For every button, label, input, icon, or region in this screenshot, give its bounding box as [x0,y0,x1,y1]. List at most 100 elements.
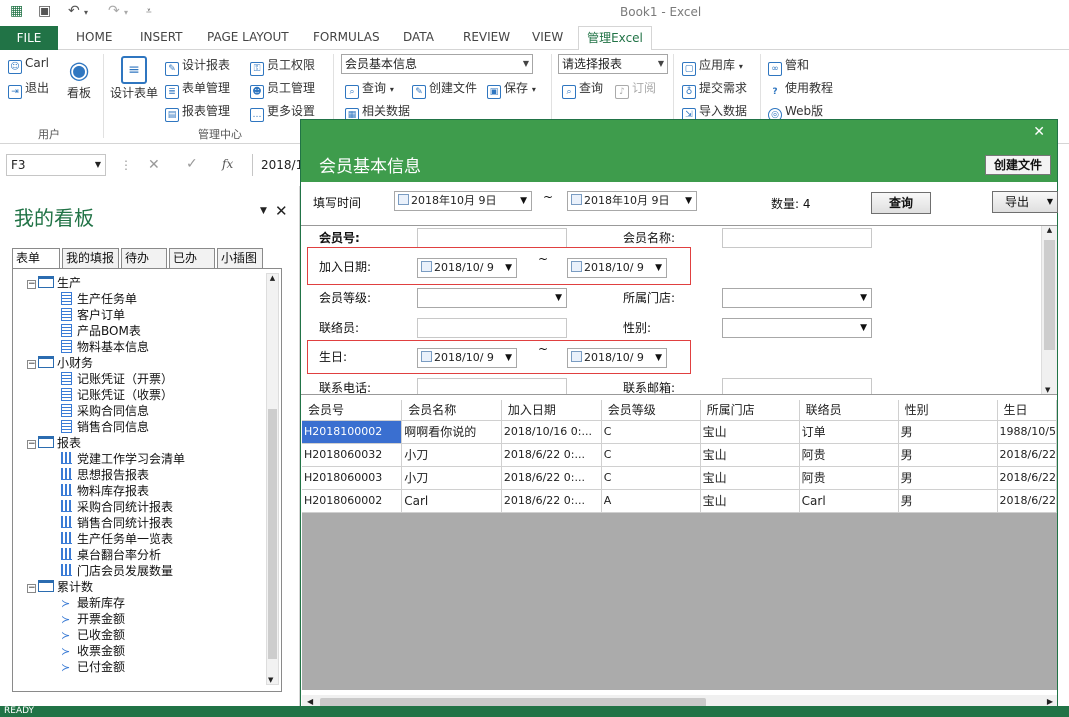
tree-folder[interactable]: − 小财务 [27,355,93,371]
table-cell[interactable]: Carl [401,489,502,513]
tab-manage-excel[interactable]: 管理Excel [578,26,652,51]
tree-item[interactable]: ≻ 已付金额 [61,659,125,676]
form-manage-button[interactable]: ≣ 表单管理 [165,79,230,99]
close-icon[interactable]: ✕ [275,202,288,220]
app-store-button[interactable]: ▢ 应用库 ▾ [682,56,743,76]
tutorial-button[interactable]: ? 使用教程 [768,79,833,100]
table-row[interactable]: H2018100002 啊啊看你说的 2018/10/16 0:... C 宝山 订单男 1… [302,420,1058,444]
phone-input[interactable] [417,378,567,394]
tab-todo[interactable]: 待办 [121,248,167,268]
tree-item[interactable]: 物料库存报表 [61,483,149,499]
tree-folder[interactable]: − 生产 [27,275,81,291]
table-cell[interactable]: 男 [898,420,998,444]
table-cell[interactable]: 男 [898,466,998,490]
report-select[interactable]: 请选择报表 ▼ [558,54,668,74]
scroll-down-icon[interactable]: ▼ [268,676,273,684]
checkbox-icon[interactable] [571,194,582,205]
tree-folder[interactable]: − 报表 [27,435,81,451]
table-cell[interactable]: H2018060002 [302,489,403,513]
form-select[interactable]: 会员基本信息 ▼ [341,54,533,74]
tab-view[interactable]: VIEW [532,30,563,44]
tab-home[interactable]: HOME [76,30,112,44]
tab-formulas[interactable]: FORMULAS [313,30,380,44]
save-button[interactable]: ▣ 保存 ▾ [487,79,536,99]
table-cell[interactable]: 啊啊看你说的 [401,420,502,444]
scroll-up-icon[interactable]: ▲ [267,274,278,282]
tab-data[interactable]: DATA [403,30,434,44]
tree-item[interactable]: ≻ 最新库存 [61,595,125,612]
form-scrollbar[interactable]: ▲ ▼ [1041,226,1057,394]
report-query-button[interactable]: ⌕ 查询 [562,79,603,99]
collapse-icon[interactable]: − [27,584,36,593]
logout-button[interactable]: ⇥ 退出 [8,79,49,99]
column-header[interactable]: 会员名称 [401,400,502,421]
fill-date-from[interactable]: 2018年10月 9日 ▼ [394,191,532,211]
tree-item[interactable]: 生产任务单 [61,291,137,307]
table-cell[interactable]: 宝山 [700,466,800,490]
tree-item[interactable]: 门店会员发展数量 [61,563,173,579]
birthday-to[interactable]: 2018/10/ 9 ▼ [567,348,667,368]
join-date-to[interactable]: 2018/10/ 9 ▼ [567,258,667,278]
tree-item[interactable]: 产品BOM表 [61,323,141,339]
column-header[interactable]: 加入日期 [501,400,602,421]
tree-item[interactable]: 记账凭证（开票） [61,371,173,387]
close-icon[interactable]: ✕ [1033,124,1045,140]
query-button[interactable]: 查询 [871,192,931,214]
table-row[interactable]: H2018060002 Carl 2018/6/22 0:... A 宝山 Carl 男 20… [302,489,1058,513]
pane-options-icon[interactable]: ▼ [260,206,267,216]
collapse-icon[interactable]: − [27,440,36,449]
checkbox-icon[interactable] [571,351,582,362]
tree-item[interactable]: 物料基本信息 [61,339,149,355]
column-header[interactable]: 会员号 [302,400,403,421]
cancel-icon[interactable]: ✕ [148,157,160,173]
tab-done[interactable]: 已办 [169,248,215,268]
tree-item[interactable]: 采购合同信息 [61,403,149,419]
table-cell[interactable]: C [601,420,701,444]
gender-select[interactable]: ▼ [722,318,872,338]
table-cell[interactable]: A [601,489,701,513]
table-cell[interactable]: 男 [898,443,998,467]
tree-item[interactable]: 生产任务单一览表 [61,531,173,547]
tab-insert[interactable]: INSERT [140,30,183,44]
scroll-right-icon[interactable]: ▶ [1047,697,1053,706]
table-cell[interactable]: 2018/6/22 [997,466,1058,490]
email-input[interactable] [722,378,872,394]
scroll-up-icon[interactable]: ▲ [1042,226,1057,234]
join-date-from[interactable]: 2018/10/ 9 ▼ [417,258,517,278]
fill-date-to[interactable]: 2018年10月 9日 ▼ [567,191,697,211]
column-header[interactable]: 联络员 [799,400,899,421]
column-header[interactable]: 会员等级 [601,400,701,421]
name-box[interactable]: F3 ▼ [6,154,106,176]
tree-item[interactable]: 党建工作学习会清单 [61,451,185,467]
scroll-down-icon[interactable]: ▼ [1045,386,1050,394]
tab-forms[interactable]: 表单 [12,248,60,269]
tree-item[interactable]: 客户订单 [61,307,125,323]
checkbox-icon[interactable] [398,194,409,205]
table-cell[interactable]: 阿贵 [799,466,899,490]
insert-function-icon[interactable]: fx [222,157,233,171]
column-header[interactable]: 生日 [997,400,1058,421]
tree-item[interactable]: 销售合同信息 [61,419,149,435]
table-cell[interactable]: 男 [898,489,998,513]
table-cell[interactable]: 2018/6/22 [997,489,1058,513]
table-row[interactable]: H2018060003 小刀 2018/6/22 0:... C 宝山 阿贵男 2018/6… [302,466,1058,490]
employee-permission-button[interactable]: ⚿ 员工权限 [250,56,315,76]
table-cell[interactable]: 小刀 [401,443,502,467]
formula-input[interactable]: 2018/1 [252,154,303,176]
tree-item[interactable]: ≻ 开票金额 [61,611,125,628]
checkbox-icon[interactable] [421,261,432,272]
employee-manage-button[interactable]: ☻ 员工管理 [250,79,315,99]
birthday-from[interactable]: 2018/10/ 9 ▼ [417,348,517,368]
table-cell[interactable]: 1988/10/5 [997,420,1058,444]
create-file-button[interactable]: ✎ 创建文件 [412,79,477,99]
undo-icon[interactable]: ↶ [68,3,80,19]
tab-widgets[interactable]: 小插图 [217,248,263,268]
table-cell[interactable]: 阿贵 [799,443,899,467]
table-cell[interactable]: 小刀 [401,466,502,490]
user-button[interactable]: ☺ Carl [8,56,49,74]
contact-input[interactable] [417,318,567,338]
table-cell[interactable]: 2018/6/22 [997,443,1058,467]
member-level-select[interactable]: ▼ [417,288,567,308]
checkbox-icon[interactable] [571,261,582,272]
table-cell[interactable]: 2018/10/16 0:... [501,420,602,444]
